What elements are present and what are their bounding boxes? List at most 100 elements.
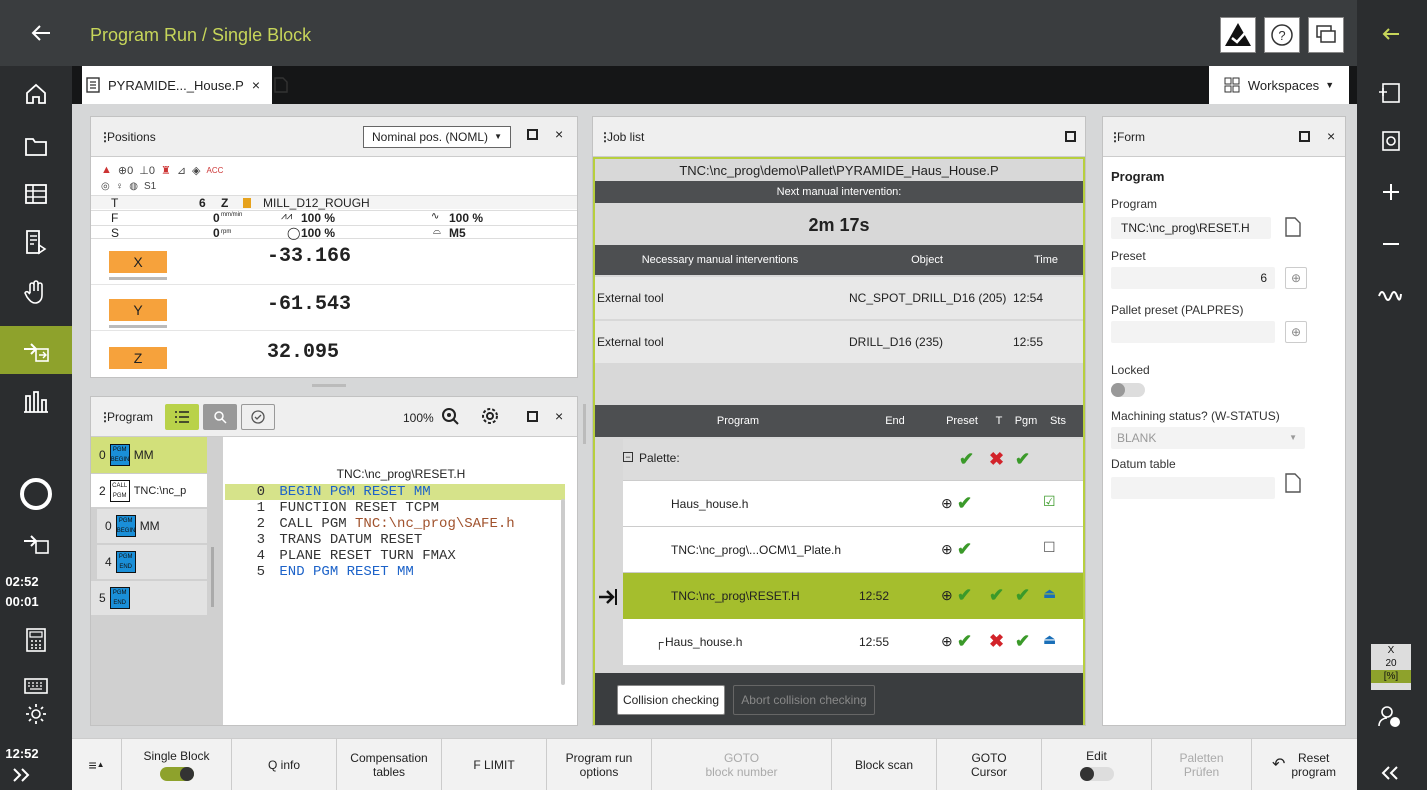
block-scan-softkey[interactable]: Block scan [832,739,937,790]
intervention-row[interactable]: External tool NC_SPOT_DRILL_D16 (205) 12… [595,277,1083,319]
tool-down-icon[interactable] [1377,130,1403,152]
locked-toggle[interactable] [1111,383,1145,397]
compensation-tables-softkey[interactable]: Compensation tables [337,739,442,790]
f-limit-softkey[interactable]: F LIMIT [442,739,547,790]
spindle-override: 100 % [301,226,336,240]
menu-button[interactable]: ≡ ▲ [72,739,122,790]
cross-icon: ✖ [989,631,1005,651]
new-file-icon[interactable] [274,77,288,93]
tree-item[interactable]: 2 CALL PGM TNC:\nc_p [91,473,207,507]
toggle-knob [1079,767,1094,781]
program-table-row[interactable]: Haus_house.h ⊕ ✔ ☑ [623,481,1083,527]
q-info-softkey[interactable]: Q info [232,739,337,790]
tree-scrollbar[interactable] [211,547,214,607]
program-name: TNC:\nc_prog\...OCM\1_Plate.h [671,543,842,557]
wave-icon[interactable] [1377,286,1403,306]
plus-icon[interactable] [1381,182,1401,202]
manual-hand-button[interactable] [0,268,72,316]
program-table-row[interactable]: ┌ Haus_house.h 12:55 ⊕ ✔ ✖ ✔ ⏏ [623,619,1083,665]
settings-gear-icon[interactable] [481,407,499,425]
file-select-icon[interactable] [1285,473,1301,493]
goto-cursor-softkey[interactable]: GOTO Cursor [937,739,1042,790]
program-table-row-active[interactable]: TNC:\nc_prog\RESET.H 12:52 ⊕ ✔ ✔ ✔ ⏏ [623,573,1083,619]
program-run-options-softkey[interactable]: Program run options [547,739,652,790]
folder-button[interactable] [0,122,72,170]
maximize-icon[interactable] [527,411,538,422]
goto-label-2: block number [705,765,778,779]
datum-table-field[interactable] [1111,477,1275,499]
zoom-icon[interactable] [441,407,459,425]
position-mode-select[interactable]: Nominal pos. (NOML) ▼ [363,126,511,148]
pallet-target-icon[interactable]: ⊕ [1285,321,1307,343]
preset-target-icon[interactable]: ⊕ [1285,267,1307,289]
tool-up-icon[interactable] [1377,82,1403,104]
collapse-icon[interactable]: − [623,452,633,462]
maximize-icon[interactable] [527,129,538,140]
paletten-pruefen-softkey[interactable]: Paletten Prüfen [1152,739,1252,790]
machining-status-select[interactable]: BLANK ▼ [1111,427,1305,449]
tree-item[interactable]: 0 PGM BEGIN MM [91,437,207,473]
code-line[interactable]: 5 END PGM RESET MM [225,564,565,580]
code-line[interactable]: 1 FUNCTION RESET TCPM [225,500,565,516]
workspaces-button[interactable]: Workspaces ▼ [1209,66,1349,104]
intervention-row[interactable]: External tool DRILL_D16 (235) 12:55 [595,321,1083,363]
single-block-softkey[interactable]: Single Block [122,739,232,790]
edit-toggle[interactable] [1079,767,1114,781]
check-button[interactable] [241,404,275,430]
file-select-icon[interactable] [1285,217,1301,237]
spindle-status-row: ◎ ♀ ◍ S1 [101,181,156,192]
code-line[interactable]: 3 TRANS DATUM RESET [225,532,565,548]
abort-collision-button[interactable]: Abort collision checking [733,685,875,715]
positions-header: ⋮ Positions Nominal pos. (NOML) ▼ × [91,117,577,157]
user-icon[interactable] [1377,704,1403,730]
back-arrow-icon[interactable] [30,22,52,44]
tree-item[interactable]: 4 PGM END [97,545,207,579]
settings-gear-button[interactable] [0,690,72,738]
program-header: ⋮ Program 100% × [91,397,577,437]
code-line[interactable]: 4 PLANE RESET TURN FMAX [225,548,565,564]
home-button[interactable] [0,70,72,118]
close-tab-icon[interactable]: × [252,77,260,93]
heidenhain-logo-icon[interactable] [1220,17,1256,53]
tree-item[interactable]: 5 PGM END [91,581,207,615]
feed-override-icon: ⩘⩘ [281,211,293,222]
collapse-arrow-icon[interactable] [1381,26,1401,42]
tree-item[interactable]: 0 PGM BEGIN MM [97,509,207,543]
pallet-preset-field[interactable] [1111,321,1275,343]
program-table-row[interactable]: − Palette: ✔ ✖ ✔ [623,439,1083,481]
collision-checking-button[interactable]: Collision checking [617,685,725,715]
maximize-icon[interactable] [1065,131,1076,142]
program-field[interactable]: TNC:\nc_prog\RESET.H [1111,217,1271,239]
structure-view-button[interactable] [165,404,199,430]
single-block-toggle[interactable] [159,767,194,781]
close-icon[interactable]: × [1327,128,1335,144]
table-button[interactable] [0,170,72,218]
close-icon[interactable]: × [555,126,563,142]
search-button[interactable] [203,404,237,430]
double-chevron-icon[interactable] [12,768,30,782]
program-tab[interactable]: PYRAMIDE..._House.P × [82,66,288,104]
next-intervention-label: Next manual intervention: [776,186,902,198]
program-table-row[interactable]: TNC:\nc_prog\...OCM\1_Plate.h ⊕ ✔ ☐ [623,527,1083,573]
panel-splitter[interactable] [312,384,346,387]
goto-block-softkey[interactable]: GOTO block number [652,739,832,790]
panel-splitter-vertical[interactable] [583,404,586,444]
expand-icon[interactable] [1381,766,1399,780]
status-icons-row: ▲ ⊕0 ⊥0 ♜ ⊿ ◈ ACC [101,163,571,177]
code-scrollbar[interactable] [561,499,565,685]
windows-icon[interactable] [1308,17,1344,53]
help-button[interactable]: ? [1264,17,1300,53]
close-icon[interactable]: × [555,408,563,424]
edit-program-button[interactable] [0,218,72,266]
maximize-icon[interactable] [1299,131,1310,142]
code-line[interactable]: 2 CALL PGM TNC:\nc_prog\SAFE.h [225,516,565,532]
preset-field[interactable]: 6 [1111,267,1275,289]
nc-start-button[interactable] [0,470,72,518]
setup-button[interactable] [0,378,72,426]
calculator-button[interactable] [0,616,72,664]
edit-softkey[interactable]: Edit [1042,739,1152,790]
program-run-button[interactable] [0,326,72,374]
reset-program-softkey[interactable]: ↶ Reset program [1252,739,1356,790]
code-line[interactable]: 0 BEGIN PGM RESET MM [225,484,565,500]
minus-icon[interactable] [1381,234,1401,254]
